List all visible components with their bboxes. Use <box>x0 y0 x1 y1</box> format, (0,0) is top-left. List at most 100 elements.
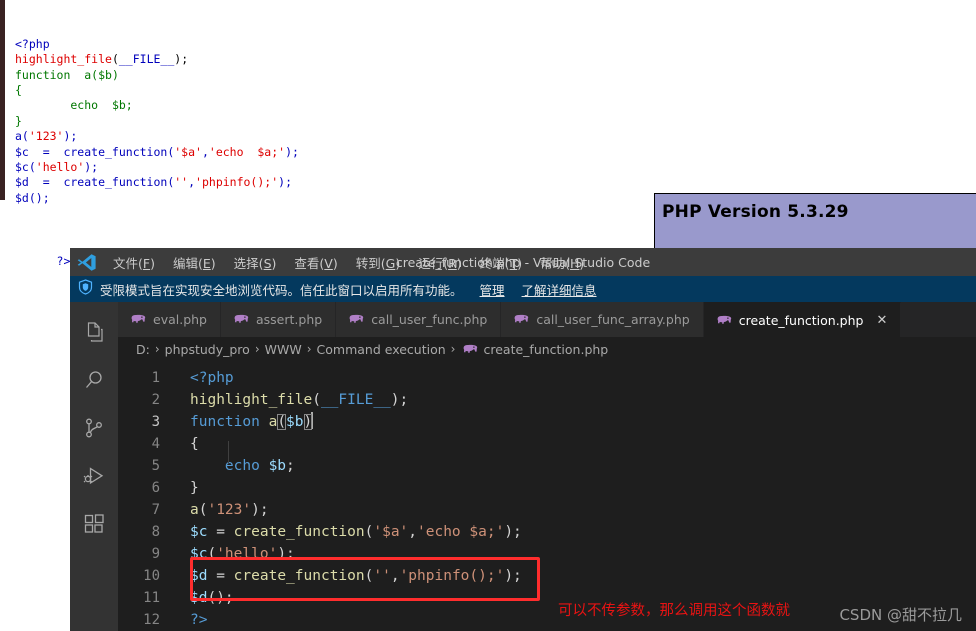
trust-manage-link[interactable]: 管理 <box>480 280 505 299</box>
code-token: = <box>207 524 234 540</box>
vscode-editor-area: eval.php assert.php call_user_func.php call… <box>118 302 976 631</box>
php-token: ); <box>84 160 99 175</box>
code-token: highlight_file <box>190 392 313 408</box>
line-number: 6 <box>151 480 160 496</box>
editor-tab[interactable]: create_function.php ✕ <box>703 302 902 337</box>
editor-tab-bar[interactable]: eval.php assert.php call_user_func.php call… <box>118 302 976 337</box>
menu-item-mnemonic: V <box>324 255 333 271</box>
menu-item-t[interactable]: 终端(T) <box>471 250 531 275</box>
breadcrumb-item[interactable]: create_function.php <box>483 342 608 357</box>
close-icon[interactable]: ✕ <box>876 313 887 328</box>
run-and-debug-icon[interactable] <box>70 452 118 500</box>
extensions-icon[interactable] <box>70 500 118 548</box>
php-file-icon <box>717 315 732 326</box>
line-number: 7 <box>151 502 160 518</box>
php-token: $c( <box>15 160 36 175</box>
breadcrumb-item[interactable]: WWW <box>265 342 302 357</box>
editor-tab-label: call_user_func.php <box>371 312 488 327</box>
code-line[interactable]: 9 $c('hello'); <box>118 543 976 565</box>
code-line[interactable]: 1 <?php <box>118 367 976 389</box>
search-icon[interactable] <box>70 356 118 404</box>
php-token: '123' <box>28 129 64 144</box>
code-line[interactable]: 3 function a($b) <box>118 411 976 433</box>
editor-tab-label: eval.php <box>153 312 207 327</box>
menu-item-g[interactable]: 转到(G) <box>347 250 409 275</box>
source-control-icon[interactable] <box>70 404 118 452</box>
php-token: echo <box>15 98 112 113</box>
menu-item-paren: ) <box>395 255 401 271</box>
menu-item-paren: ) <box>332 255 338 271</box>
code-line[interactable]: 2 highlight_file(__FILE__); <box>118 389 976 411</box>
vscode-activity-bar <box>70 302 118 631</box>
breadcrumb-item[interactable]: phpstudy_pro <box>165 342 250 357</box>
editor-tab[interactable]: call_user_func.php <box>336 302 502 337</box>
code-text: } <box>180 477 199 499</box>
php-token: $b <box>111 98 126 113</box>
php-token: , <box>201 144 209 159</box>
code-line[interactable]: 4{ <box>118 433 976 455</box>
menu-item-v[interactable]: 查看(V) <box>285 250 346 275</box>
menu-item-label: 选择( <box>233 255 264 271</box>
code-line[interactable]: 7 a('123'); <box>118 499 976 521</box>
red-annotation-text: 可以不传参数，那么调用这个函数就 可以直接执行后面的代码 <box>558 556 790 631</box>
phpinfo-version-label: PHP Version 5.3.29 <box>662 202 849 222</box>
code-token: 'phpinfo();' <box>399 568 505 584</box>
menu-item-label: 编辑( <box>172 255 203 271</box>
menu-item-paren: ) <box>517 255 523 271</box>
breadcrumb-item[interactable]: D: <box>136 342 150 357</box>
code-line[interactable]: 5 echo $b; <box>118 455 976 477</box>
php-token: 'hello' <box>35 160 85 175</box>
code-token: a <box>190 502 199 518</box>
code-token: , <box>390 568 400 584</box>
editor-tab[interactable]: eval.php <box>118 302 221 337</box>
breadcrumb-separator: › <box>254 342 260 356</box>
php-source-line: a('123'); <box>15 129 976 144</box>
code-text: { <box>180 433 199 455</box>
editor-tab[interactable]: assert.php <box>221 302 337 337</box>
code-token: = <box>207 568 234 584</box>
editor-tab[interactable]: call_user_func_array.php <box>501 302 704 337</box>
php-highlight-output: <?php highlight_file(__FILE__); function a… <box>0 0 976 268</box>
breadcrumb[interactable]: D: › phpstudy_pro › WWW › Command execution › cr… <box>118 337 976 361</box>
menu-item-f[interactable]: 文件(F) <box>104 250 164 275</box>
menu-item-s[interactable]: 选择(S) <box>225 250 286 275</box>
code-line[interactable]: 8 $c = create_function('$a','echo $a;'); <box>118 521 976 543</box>
menu-item-e[interactable]: 编辑(E) <box>164 250 225 275</box>
line-number: 5 <box>151 458 160 474</box>
code-token: ) <box>390 392 400 408</box>
explorer-icon[interactable] <box>70 308 118 356</box>
breadcrumb-item[interactable]: Command execution <box>317 342 446 357</box>
menu-item-r[interactable]: 运行(R) <box>409 250 470 275</box>
php-token: { <box>15 83 22 98</box>
php-source-line: function a($b) <box>15 68 976 83</box>
php-token: '$a' <box>174 144 202 159</box>
code-token: ( <box>312 392 321 408</box>
php-file-icon <box>349 314 364 325</box>
vscode-menubar[interactable]: 文件(F) 编辑(E) 选择(S) 查看(V) 转到(G) 运行(R) 终端(T) 帮助(H) <box>104 250 593 275</box>
code-text: highlight_file(__FILE__); <box>180 389 408 411</box>
php-source-line: { <box>15 83 976 98</box>
php-token: highlight_file <box>15 52 112 67</box>
php-source-line: $c = create_function('$a','echo $a;'); <box>15 145 976 160</box>
code-token: '' <box>373 568 391 584</box>
php-token: ; <box>181 52 189 67</box>
red-annotation-line-1: 可以不传参数，那么调用这个函数就 <box>558 603 790 619</box>
menu-item-paren: ) <box>150 255 155 271</box>
code-line[interactable]: 10 $d = create_function('','phpinfo();'); <box>118 565 976 587</box>
code-editor[interactable]: 1 <?php 2 highlight_file(__FILE__); 3 functio… <box>118 361 976 631</box>
line-number: 3 <box>151 414 160 430</box>
trust-learn-more-link[interactable]: 了解详细信息 <box>522 280 597 299</box>
code-token: <?php <box>190 370 234 386</box>
vscode-titlebar: 文件(F) 编辑(E) 选择(S) 查看(V) 转到(G) 运行(R) 终端(T) 帮助(H)… <box>70 248 976 276</box>
php-token: $d = create_function( <box>15 175 175 190</box>
php-token: , <box>188 175 196 190</box>
code-line[interactable]: 6} <box>118 477 976 499</box>
code-text: $c = create_function('$a','echo $a;'); <box>180 521 522 543</box>
menu-item-h[interactable]: 帮助(H) <box>531 250 593 275</box>
php-token: ) <box>111 67 119 82</box>
code-token: ?> <box>190 612 208 628</box>
line-number: 10 <box>143 568 160 584</box>
line-number: 8 <box>151 524 160 540</box>
